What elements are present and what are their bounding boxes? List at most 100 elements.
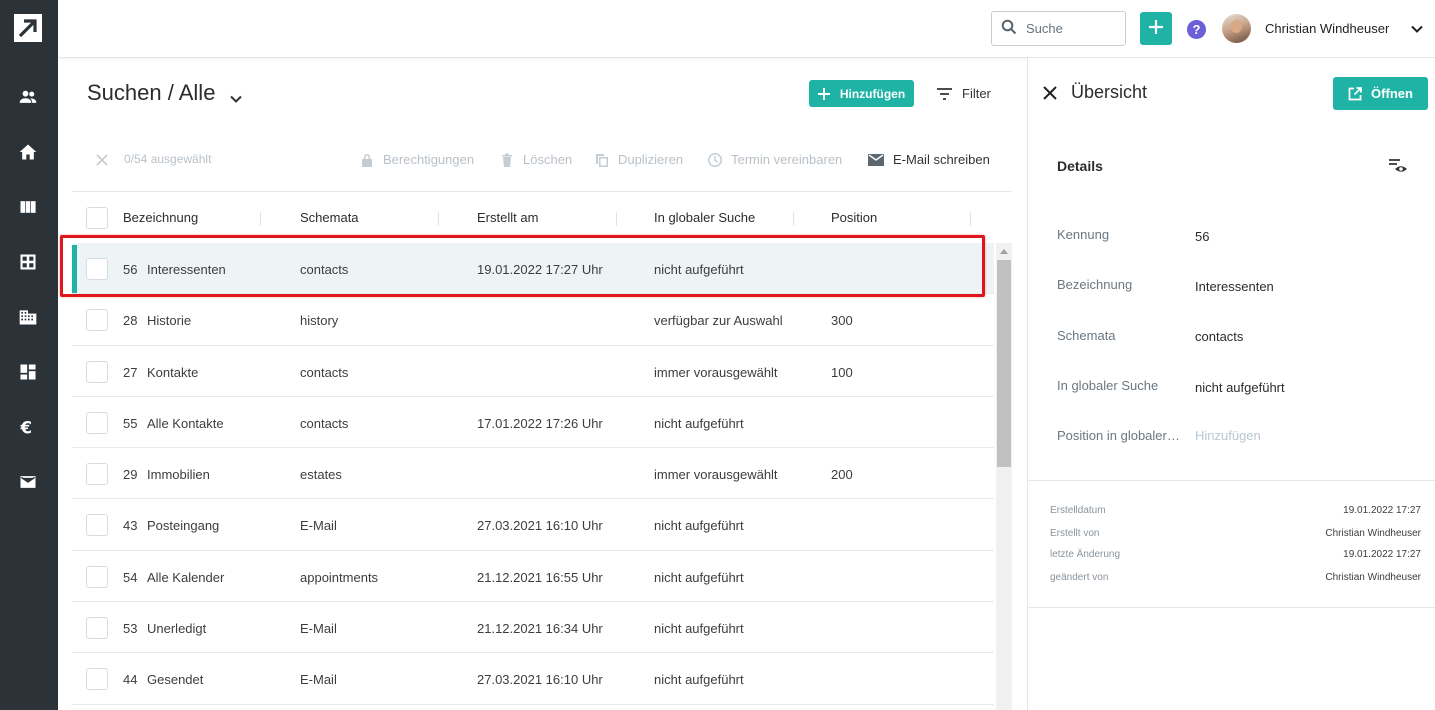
row-checkbox[interactable] <box>86 360 108 383</box>
row-schema: contacts <box>300 415 349 431</box>
selection-indicator <box>72 245 77 293</box>
list-scrollbar[interactable] <box>996 243 1012 710</box>
row-created: 27.03.2021 16:10 Uhr <box>477 518 603 534</box>
external-link-icon <box>1348 86 1362 100</box>
trash-icon <box>502 153 512 167</box>
row-id: 55 <box>123 415 138 431</box>
scroll-thumb[interactable] <box>997 260 1011 467</box>
contacts-icon[interactable] <box>17 86 39 108</box>
row-checkbox[interactable] <box>86 258 108 280</box>
row-position: 300 <box>831 313 853 329</box>
row-global-search: immer vorausgewählt <box>654 364 778 380</box>
row-created: 27.03.2021 16:10 Uhr <box>477 672 603 688</box>
dashboard-icon[interactable] <box>17 361 39 383</box>
column-header-schema[interactable]: Schemata <box>300 210 359 225</box>
duplicate-button[interactable]: Duplizieren <box>595 152 683 167</box>
row-name: Unerledigt <box>147 621 207 637</box>
appointment-button[interactable]: Termin vereinbaren <box>708 152 842 167</box>
column-divider[interactable] <box>793 212 794 226</box>
row-schema: history <box>300 313 339 329</box>
column-divider[interactable] <box>260 212 261 226</box>
close-icon[interactable] <box>1043 86 1057 100</box>
table-row[interactable]: 43 Posteingang E-Mail 27.03.2021 16:10 U… <box>72 499 994 551</box>
column-header-global-search[interactable]: In globaler Suche <box>654 210 755 225</box>
table-row[interactable]: 44 Gesendet E-Mail 27.03.2021 16:10 Uhr … <box>72 653 994 705</box>
grid-icon[interactable] <box>17 251 39 273</box>
row-global-search: verfügbar zur Auswahl <box>654 313 783 329</box>
plus-icon <box>817 87 830 100</box>
book-icon[interactable] <box>17 196 39 218</box>
select-all-checkbox[interactable] <box>86 207 108 229</box>
column-header-position[interactable]: Position <box>831 210 877 225</box>
column-divider[interactable] <box>970 212 971 226</box>
row-checkbox[interactable] <box>86 309 108 332</box>
row-name: Alle Kontakte <box>147 415 224 431</box>
delete-label: Löschen <box>523 152 573 167</box>
row-checkbox[interactable] <box>86 617 108 640</box>
search-box[interactable] <box>991 11 1126 46</box>
row-name: Interessenten <box>147 262 226 277</box>
row-created: 21.12.2021 16:55 Uhr <box>477 569 603 585</box>
row-created: 19.01.2022 17:27 Uhr <box>477 262 603 277</box>
table-row[interactable]: 28 Historie history verfügbar zur Auswah… <box>72 294 994 346</box>
chevron-down-icon[interactable] <box>229 86 243 103</box>
column-divider[interactable] <box>616 212 617 226</box>
create-button[interactable] <box>1140 12 1172 45</box>
search-input[interactable] <box>1026 21 1116 36</box>
column-divider[interactable] <box>438 212 439 226</box>
table-row[interactable]: 29 Immobilien estates immer vorausgewähl… <box>72 448 994 500</box>
avatar[interactable] <box>1222 14 1251 43</box>
open-button[interactable]: Öffnen <box>1333 77 1428 110</box>
table-row[interactable]: 55 Alle Kontakte contacts 17.01.2022 17:… <box>72 397 994 449</box>
row-global-search: immer vorausgewählt <box>654 467 778 483</box>
row-global-search: nicht aufgeführt <box>654 672 744 688</box>
chevron-down-icon[interactable] <box>1410 22 1424 36</box>
row-created: 21.12.2021 16:34 Uhr <box>477 621 603 637</box>
sidebar: € <box>0 0 58 710</box>
help-button[interactable]: ? <box>1187 20 1206 39</box>
bulk-action-toolbar: 0/54 ausgewählt Berechtigungen Löschen D… <box>72 140 1012 192</box>
column-header-name[interactable]: Bezeichnung <box>123 210 198 225</box>
field-value: nicht aufgeführt <box>1195 380 1285 395</box>
mail-icon[interactable] <box>17 471 39 493</box>
row-checkbox[interactable] <box>86 411 108 434</box>
row-global-search: nicht aufgeführt <box>654 262 744 277</box>
eye-filter-icon[interactable] <box>1388 158 1408 174</box>
email-button[interactable]: E-Mail schreiben <box>868 152 990 167</box>
add-button[interactable]: Hinzufügen <box>809 80 914 107</box>
meta-value: Christian Windheuser <box>1325 528 1421 539</box>
field-value: Interessenten <box>1195 279 1274 294</box>
row-checkbox[interactable] <box>86 565 108 588</box>
row-checkbox[interactable] <box>86 514 108 537</box>
row-name: Immobilien <box>147 467 210 483</box>
table-row[interactable]: 53 Unerledigt E-Mail 21.12.2021 16:34 Uh… <box>72 602 994 654</box>
clear-selection-icon[interactable] <box>96 154 108 166</box>
building-icon[interactable] <box>17 306 39 328</box>
user-name[interactable]: Christian Windheuser <box>1265 21 1389 36</box>
home-icon[interactable] <box>17 141 39 163</box>
table-row[interactable]: 54 Alle Kalender appointments 21.12.2021… <box>72 551 994 603</box>
filter-button[interactable]: Filter <box>937 86 991 101</box>
scroll-up-arrow[interactable] <box>1000 249 1008 254</box>
svg-text:€: € <box>20 419 33 437</box>
row-id: 43 <box>123 518 138 534</box>
meta-label: geändert von <box>1050 572 1109 583</box>
table-row[interactable]: 56 Interessenten contacts 19.01.2022 17:… <box>72 243 994 295</box>
permissions-button[interactable]: Berechtigungen <box>360 152 474 167</box>
delete-button[interactable]: Löschen <box>500 152 572 167</box>
row-checkbox[interactable] <box>86 668 108 691</box>
email-label: E-Mail schreiben <box>893 152 990 167</box>
page-title[interactable]: Suchen / Alle <box>87 80 243 106</box>
add-button-label: Hinzufügen <box>839 86 906 101</box>
add-position-link[interactable]: Hinzufügen <box>1195 428 1261 443</box>
table-row[interactable]: 27 Kontakte contacts immer vorausgewählt… <box>72 346 994 397</box>
column-header-created[interactable]: Erstellt am <box>477 210 538 225</box>
row-position: 200 <box>831 467 853 483</box>
search-icon <box>1001 19 1017 38</box>
app-logo[interactable] <box>14 14 42 42</box>
row-id: 56 <box>123 262 138 277</box>
row-global-search: nicht aufgeführt <box>654 569 744 585</box>
row-checkbox[interactable] <box>86 463 108 486</box>
euro-icon[interactable]: € <box>17 416 39 438</box>
meta-label: letzte Änderung <box>1050 549 1121 560</box>
